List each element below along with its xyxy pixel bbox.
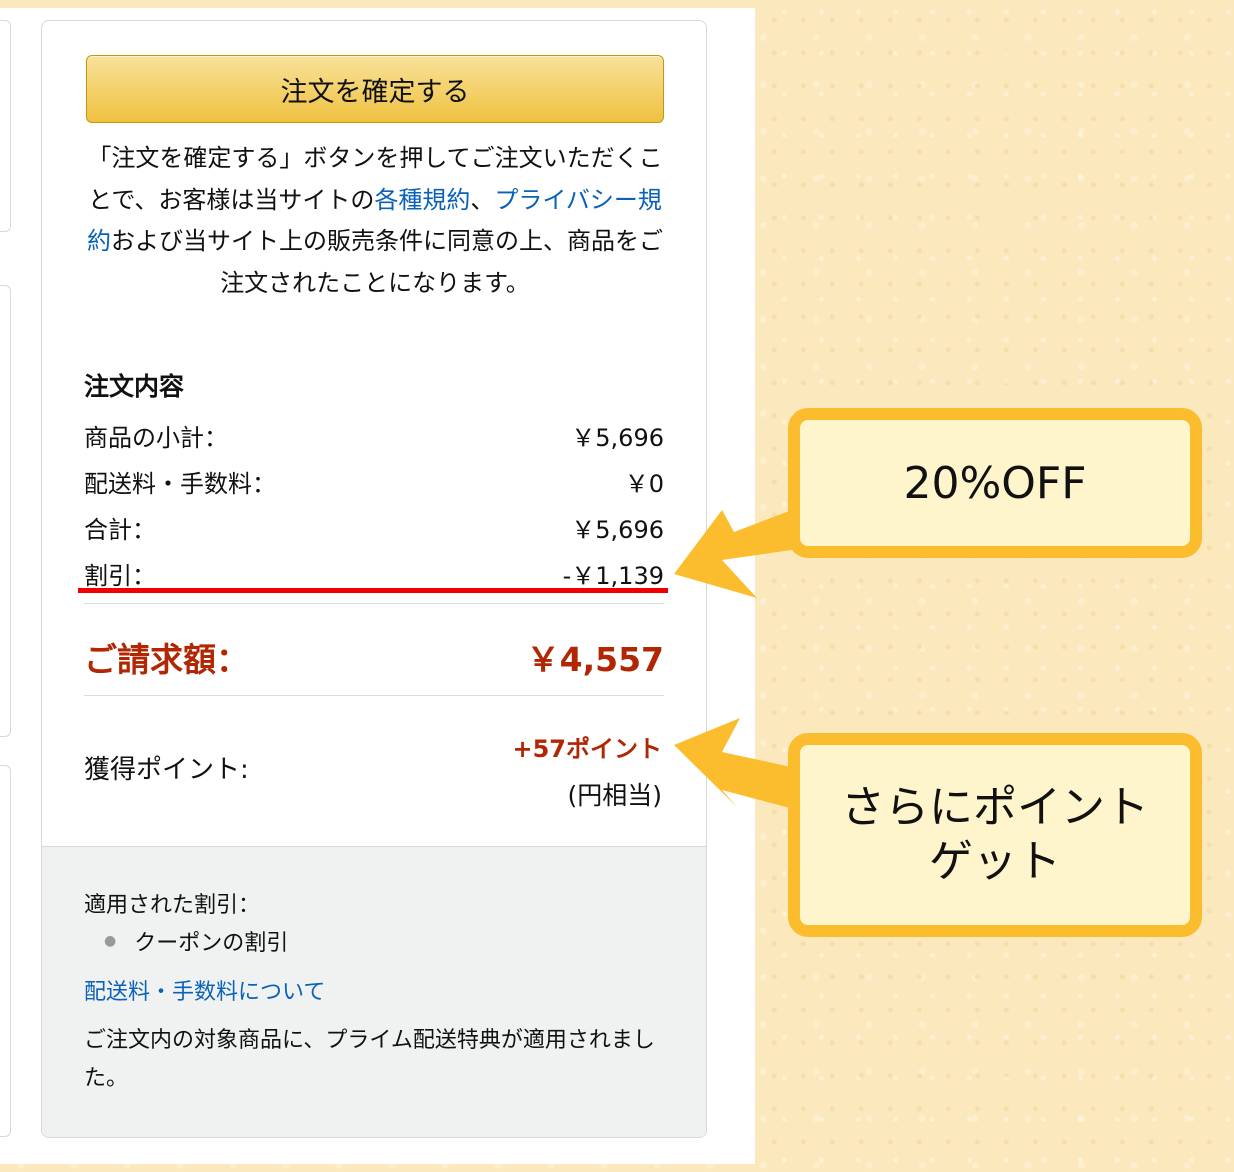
points-callout-line1: さらにポイント xyxy=(841,782,1149,833)
points-arrow-icon xyxy=(674,718,805,812)
discount-callout-text: 20%OFF xyxy=(903,457,1087,509)
discount-callout: 20%OFF xyxy=(788,408,1202,558)
callout-arrows xyxy=(674,505,805,812)
discount-arrow-icon xyxy=(674,505,805,598)
points-callout-line2: ゲット xyxy=(929,836,1061,887)
points-callout: さらにポイント ゲット xyxy=(788,733,1202,937)
